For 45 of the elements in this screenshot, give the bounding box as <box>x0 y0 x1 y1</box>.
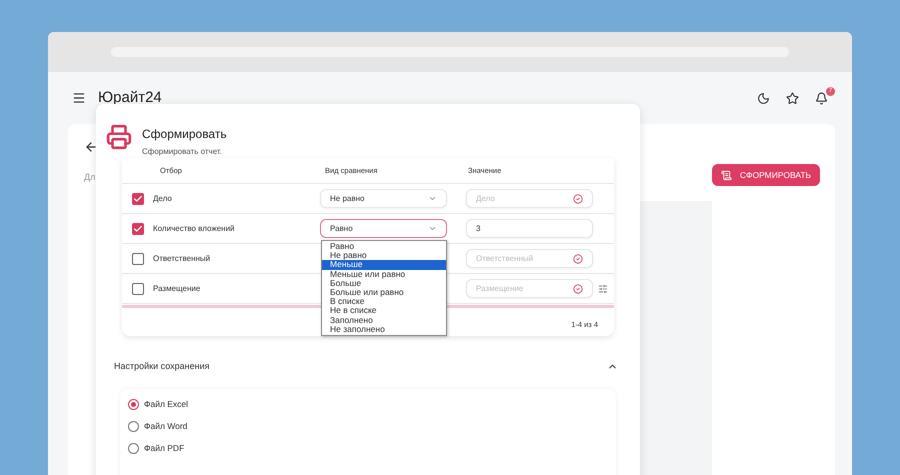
sliders-icon[interactable] <box>598 284 608 294</box>
document-icon <box>720 170 732 180</box>
bell-icon[interactable] <box>815 92 828 104</box>
chevron-down-icon <box>428 194 437 203</box>
radio-button[interactable] <box>128 398 139 410</box>
dialog-title: Сформировать <box>142 126 227 143</box>
dropdown-option[interactable]: Больше <box>322 278 446 288</box>
field-label: Размещение <box>153 282 200 294</box>
checkbox[interactable] <box>132 252 144 264</box>
generate-button[interactable]: СФОРМИРОВАТЬ <box>712 164 820 186</box>
dropdown-option[interactable]: Не равно <box>322 251 446 260</box>
dropdown-option[interactable]: Не в списке <box>322 306 446 316</box>
radio-option[interactable]: Файл PDF <box>128 442 616 454</box>
check-circle-icon[interactable] <box>573 254 583 264</box>
star-icon[interactable] <box>786 92 799 104</box>
checkbox[interactable] <box>132 282 144 294</box>
field-label: Ответственный <box>153 252 210 264</box>
app-title: Юрайт24 <box>98 88 162 108</box>
radio-option[interactable]: Файл Word <box>128 420 616 432</box>
dropdown-option[interactable]: Больше или равно <box>322 288 446 298</box>
comparison-select[interactable]: Равно <box>320 219 447 238</box>
dropdown-option[interactable]: Равно <box>322 242 446 252</box>
field-label: Дело <box>153 192 172 204</box>
radio-button[interactable] <box>128 442 139 454</box>
dialog-subtitle: Сформировать отчет. <box>142 146 223 158</box>
checkbox[interactable] <box>132 222 144 234</box>
radio-button[interactable] <box>128 420 139 432</box>
checkbox[interactable] <box>132 192 144 204</box>
value-field[interactable]: 3 <box>466 219 593 238</box>
page-text: Дл <box>84 171 96 184</box>
dropdown-option[interactable]: Заполнено <box>322 316 446 325</box>
section-title: Настройки сохранения <box>114 360 210 373</box>
dropdown-option[interactable]: Не заполнено <box>322 324 446 334</box>
field-label: Количество вложений <box>153 222 235 234</box>
printer-icon <box>106 124 132 150</box>
radio-option[interactable]: Файл Excel <box>128 398 616 410</box>
check-circle-icon[interactable] <box>573 284 583 294</box>
comparison-select[interactable]: Не равно <box>320 189 447 208</box>
chevron-down-icon <box>428 224 437 233</box>
dropdown-option[interactable]: Меньше <box>322 260 446 270</box>
dropdown-option[interactable]: Меньше или равно <box>322 270 446 279</box>
dropdown-option[interactable]: В списке <box>322 297 446 306</box>
menu-icon[interactable] <box>72 91 86 105</box>
check-circle-icon[interactable] <box>573 194 583 204</box>
moon-icon[interactable] <box>757 92 770 104</box>
